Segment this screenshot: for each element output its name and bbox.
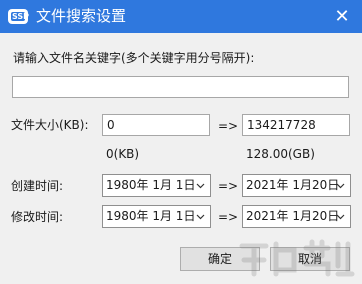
modified-to-date-value: 2021年 1月20日: [246, 209, 340, 223]
close-icon: ✕: [334, 6, 350, 27]
chevron-down-icon: [196, 183, 205, 189]
min-size-hint: 0(KB): [106, 147, 140, 161]
size-range-arrow: =>: [218, 119, 239, 133]
site-watermark-logo: [239, 239, 355, 277]
max-size-hint: 128.00(GB): [246, 147, 315, 161]
created-time-label: 创建时间:: [11, 179, 64, 193]
keyword-input[interactable]: [12, 76, 349, 98]
modified-to-date-picker[interactable]: 2021年 1月20日: [242, 205, 351, 228]
chevron-down-icon: [336, 214, 345, 220]
modified-time-label: 修改时间:: [11, 210, 64, 224]
modified-range-arrow: =>: [218, 210, 239, 224]
chevron-down-icon: [196, 214, 205, 220]
created-from-date-value: 1980年 1月 1日: [106, 178, 196, 192]
modified-from-date-picker[interactable]: 1980年 1月 1日: [102, 205, 211, 228]
chevron-down-icon: [336, 183, 345, 189]
max-size-input[interactable]: 134217728: [242, 114, 350, 136]
size-label: 文件大小(KB):: [11, 118, 89, 132]
created-to-date-value: 2021年 1月20日: [246, 178, 340, 192]
window-title: 文件搜索设置: [36, 7, 127, 25]
created-to-date-picker[interactable]: 2021年 1月20日: [242, 174, 351, 197]
title-bar[interactable]: SSP 文件搜索设置 ✕: [0, 0, 362, 33]
created-range-arrow: =>: [218, 179, 239, 193]
created-from-date-picker[interactable]: 1980年 1月 1日: [102, 174, 211, 197]
file-search-settings-dialog: SSP 文件搜索设置 ✕ 请输入文件名关键字(多个关键字用分号隔开): 文件大小…: [0, 0, 362, 284]
app-logo-icon: SSP: [8, 9, 29, 24]
modified-from-date-value: 1980年 1月 1日: [106, 209, 196, 223]
close-button[interactable]: ✕: [322, 0, 362, 33]
min-size-input[interactable]: 0: [102, 114, 210, 136]
keyword-label: 请输入文件名关键字(多个关键字用分号隔开):: [13, 51, 255, 65]
